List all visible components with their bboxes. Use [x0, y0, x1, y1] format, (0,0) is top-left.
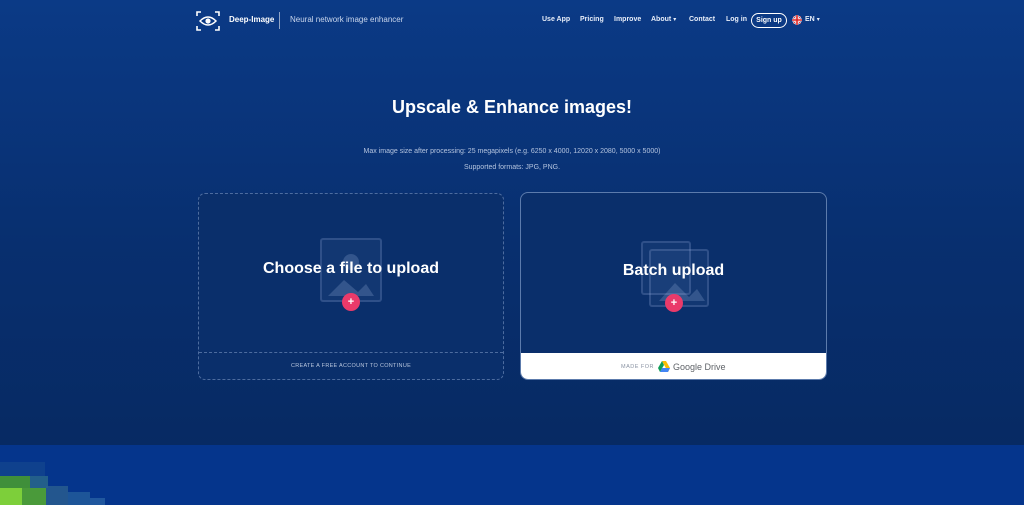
page-title: Upscale & Enhance images! [391, 97, 633, 117]
batch-heading: Batch upload [622, 262, 725, 279]
google-drive-bar[interactable]: MADE FOR Google Drive [521, 353, 826, 379]
plus-icon[interactable]: + [342, 293, 360, 311]
nav-improve[interactable]: Improve [614, 16, 641, 23]
formats-info: Supported formats: JPG, PNG. [463, 164, 561, 171]
upload-heading: Choose a file to upload [262, 260, 439, 277]
nav-contact[interactable]: Contact [689, 16, 715, 23]
logo-eye-icon[interactable] [196, 11, 220, 31]
header: Deep-Image Neural network image enhancer… [0, 0, 1024, 42]
card-divider [199, 352, 503, 353]
language-label: EN [805, 16, 815, 23]
plus-icon[interactable]: + [665, 294, 683, 312]
create-account-link[interactable]: CREATE A FREE ACCOUNT TO CONTINUE [199, 363, 503, 369]
bottom-band [0, 445, 1024, 505]
google-drive-label: Google Drive [673, 362, 726, 372]
made-for-label: MADE FOR [621, 364, 655, 370]
max-size-info: Max image size after processing: 25 mega… [363, 148, 661, 155]
language-selector[interactable]: EN ▾ [805, 16, 820, 23]
brand-tagline: Neural network image enhancer [290, 15, 404, 24]
hero-section [0, 0, 1024, 445]
nav-pricing[interactable]: Pricing [580, 16, 604, 23]
nav-about[interactable]: About ▾ [651, 16, 676, 23]
brand-name[interactable]: Deep-Image [229, 15, 274, 24]
nav-login[interactable]: Log in [726, 16, 747, 23]
batch-upload-card[interactable]: Batch upload + MADE FOR Google Drive [520, 192, 827, 380]
google-drive-icon [658, 361, 670, 372]
upload-card[interactable]: Choose a file to upload + CREATE A FREE … [198, 193, 504, 380]
pixel-art-decoration [0, 462, 105, 505]
chevron-down-icon: ▾ [816, 17, 820, 23]
chevron-down-icon: ▾ [673, 17, 677, 23]
nav-use-app[interactable]: Use App [542, 16, 570, 23]
signup-button[interactable]: Sign up [751, 13, 787, 28]
uk-flag-icon[interactable] [792, 15, 802, 25]
brand-divider [279, 12, 280, 29]
nav-about-label: About [651, 16, 672, 23]
